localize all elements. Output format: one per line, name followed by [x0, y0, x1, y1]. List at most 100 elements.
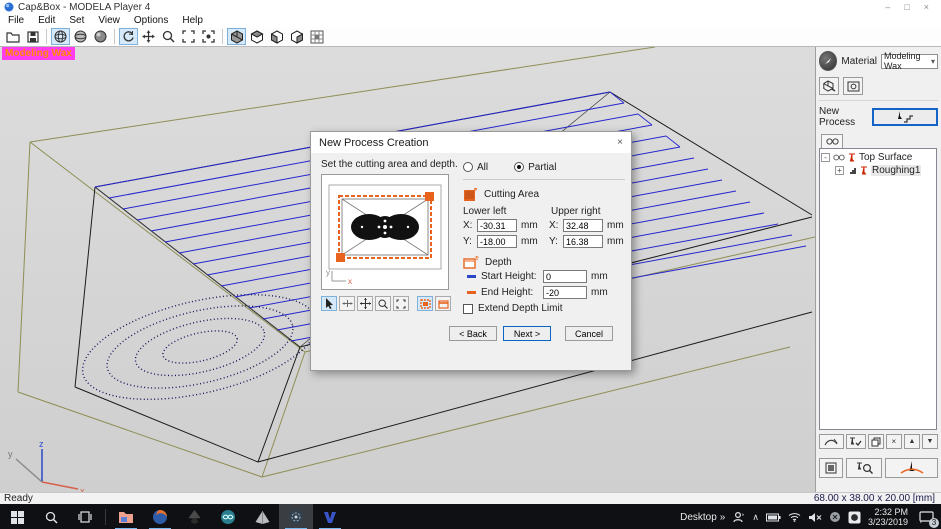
copy-process-button[interactable] — [867, 434, 884, 449]
view-iso-button[interactable] — [227, 28, 246, 45]
radio-all[interactable]: All — [463, 161, 488, 173]
back-button[interactable]: < Back — [449, 326, 497, 341]
taskbar-app-inkscape[interactable] — [177, 504, 211, 529]
cancel-button[interactable]: Cancel — [565, 326, 613, 341]
edit-process-button[interactable] — [845, 434, 866, 449]
menu-view[interactable]: View — [98, 15, 120, 26]
taskbar-app-modela[interactable] — [279, 504, 313, 529]
radio-partial-circle[interactable] — [514, 161, 525, 172]
radio-all-circle[interactable] — [463, 161, 473, 172]
process-list-tab[interactable] — [821, 134, 843, 148]
menu-edit[interactable]: Edit — [38, 15, 55, 26]
cutting-area-label: Cutting Area — [484, 188, 540, 200]
pan-tool-button[interactable] — [139, 28, 158, 45]
dialog-close-button[interactable]: × — [617, 137, 623, 148]
taskbar-app-arduino[interactable] — [211, 504, 245, 529]
material-select[interactable]: Modeling Wax ▾ — [880, 51, 938, 71]
tree-row-roughing1[interactable]: + Roughing1 — [821, 164, 935, 177]
delete-process-button[interactable]: × — [885, 434, 902, 449]
cutting-area-preview[interactable]: y x — [321, 174, 449, 290]
move-up-button[interactable]: ▲ — [903, 434, 920, 449]
upper-right-y-input[interactable] — [563, 235, 603, 248]
fit-preview-button[interactable] — [393, 296, 409, 311]
wifi-icon[interactable] — [788, 512, 801, 522]
close-button[interactable]: × — [924, 2, 929, 12]
wireframe-view-button[interactable] — [51, 28, 70, 45]
rotate-tool-button[interactable] — [119, 28, 138, 45]
extend-depth-label: Extend Depth Limit — [478, 303, 563, 314]
tool-search-button[interactable] — [846, 458, 882, 478]
svg-text:y: y — [8, 449, 13, 459]
new-process-label: New Process — [819, 106, 856, 128]
log-button[interactable] — [819, 458, 843, 478]
status-tray-icon[interactable] — [829, 511, 841, 523]
taskbar-app-slicer[interactable] — [245, 504, 279, 529]
task-view-button[interactable] — [68, 504, 102, 529]
battery-icon[interactable] — [765, 513, 781, 522]
mill-surface-icon — [824, 438, 838, 446]
menu-file[interactable]: File — [8, 15, 24, 26]
view-top-button[interactable] — [247, 28, 266, 45]
zoom-tool-button[interactable] — [159, 28, 178, 45]
resize-tool-button[interactable] — [339, 296, 355, 311]
side-view-area-button[interactable] — [435, 296, 451, 311]
desktop-toolbar[interactable]: Desktop » — [680, 512, 725, 523]
move-area-button[interactable] — [357, 296, 373, 311]
radio-partial-label: Partial — [528, 161, 557, 173]
start-height-label: Start Height: — [481, 271, 537, 282]
svg-text:x: x — [80, 486, 85, 492]
volume-muted-icon[interactable] — [808, 512, 822, 523]
tray-expand-icon[interactable]: ∧ — [752, 512, 759, 523]
taskbar-app-browser[interactable] — [143, 504, 177, 529]
end-height-input[interactable] — [543, 286, 587, 299]
radio-partial[interactable]: Partial — [514, 161, 557, 173]
zoom-preview-button[interactable] — [375, 296, 391, 311]
collapse-icon[interactable]: - — [821, 153, 830, 162]
area-mode-radios: All Partial — [463, 159, 625, 175]
preview-button[interactable] — [307, 28, 326, 45]
start-cutting-button[interactable] — [885, 458, 938, 478]
shaded-view-button[interactable] — [71, 28, 90, 45]
taskbar-app-vpanel[interactable] — [313, 504, 347, 529]
move-down-button[interactable]: ▼ — [921, 434, 939, 449]
solid-view-button[interactable] — [91, 28, 110, 45]
fit-view-button[interactable] — [179, 28, 198, 45]
save-file-button[interactable] — [23, 28, 42, 45]
zoom-selection-button[interactable] — [199, 28, 218, 45]
minimize-button[interactable]: – — [885, 2, 890, 12]
dialog-title-bar[interactable]: New Process Creation × — [311, 132, 631, 153]
expand-icon[interactable]: + — [835, 166, 844, 175]
people-icon[interactable] — [732, 511, 745, 523]
menu-set[interactable]: Set — [69, 15, 84, 26]
taskbar-app-explorer[interactable] — [109, 504, 143, 529]
tree-row-top-surface[interactable]: - Top Surface — [821, 151, 935, 164]
menu-options[interactable]: Options — [134, 15, 168, 26]
lower-left-y-input[interactable] — [477, 235, 517, 248]
extend-depth-checkbox[interactable] — [463, 303, 473, 314]
process-view-icon — [825, 138, 839, 145]
menu-help[interactable]: Help — [182, 15, 203, 26]
lower-left-x-input[interactable] — [477, 219, 517, 232]
view-front-button[interactable] — [267, 28, 286, 45]
material-info-button[interactable] — [819, 51, 838, 71]
desktop-label: Desktop — [680, 511, 717, 523]
model-size-button[interactable] — [819, 77, 839, 95]
compass-icon — [825, 58, 832, 64]
view-side-button[interactable] — [287, 28, 306, 45]
cut-preview-button[interactable] — [819, 434, 844, 449]
maximize-button[interactable]: □ — [904, 2, 909, 12]
taskbar-search-button[interactable] — [34, 504, 68, 529]
top-view-area-button[interactable] — [417, 296, 433, 311]
taskbar-clock[interactable]: 2:32 PM 3/23/2019 — [868, 507, 908, 527]
tray-app-icon[interactable] — [848, 511, 861, 524]
new-process-button[interactable] — [872, 108, 938, 126]
upper-right-x-input[interactable] — [563, 219, 603, 232]
action-center-button[interactable]: 3 — [915, 506, 939, 528]
origin-setup-button[interactable] — [843, 77, 863, 95]
unit-mm: mm — [591, 287, 608, 298]
open-file-button[interactable] — [3, 28, 22, 45]
start-button[interactable] — [0, 504, 34, 529]
next-button[interactable]: Next > — [503, 326, 551, 341]
start-height-input[interactable] — [543, 270, 587, 283]
select-tool-button[interactable] — [321, 296, 337, 311]
